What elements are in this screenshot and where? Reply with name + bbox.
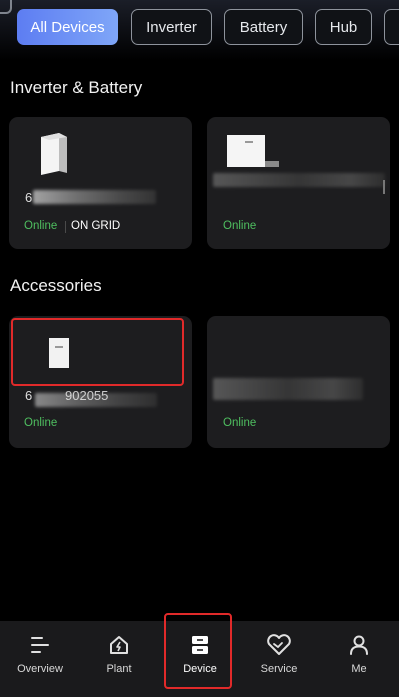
- status-online: Online: [223, 220, 257, 232]
- device-card-accessory[interactable]: Online: [207, 316, 390, 448]
- device-serial-prefix: 6: [25, 190, 33, 205]
- plant-icon: [110, 636, 128, 654]
- overview-icon: [31, 637, 49, 653]
- tab-label: Plant: [106, 663, 132, 675]
- me-icon: [350, 635, 368, 655]
- battery-image: [227, 135, 279, 167]
- tab-label: Service: [260, 663, 298, 675]
- status-online: Online: [24, 417, 58, 429]
- device-serial-redacted: [213, 378, 363, 400]
- tab-label: Overview: [17, 663, 63, 675]
- device-filter-bar: All Devices Inverter Battery Hub: [0, 9, 399, 47]
- status-online: Online: [24, 220, 58, 232]
- highlight-annotation: [11, 318, 184, 386]
- serial-edge-mark: [383, 180, 385, 194]
- tab-overview[interactable]: Overview: [0, 621, 80, 697]
- device-serial-redacted: [213, 173, 385, 187]
- filter-battery[interactable]: Battery: [224, 9, 303, 45]
- tab-plant[interactable]: Plant: [79, 621, 159, 697]
- status-divider: [65, 221, 66, 233]
- filter-more-partial[interactable]: [384, 9, 399, 45]
- service-icon: [267, 634, 291, 655]
- tab-me[interactable]: Me: [319, 621, 399, 697]
- device-card-inverter[interactable]: 6 Online ON GRID: [9, 117, 192, 249]
- filter-all-devices[interactable]: All Devices: [17, 9, 118, 45]
- section-title-accessories: Accessories: [10, 276, 102, 295]
- device-card-battery[interactable]: Online: [207, 117, 390, 249]
- filter-hub[interactable]: Hub: [315, 9, 372, 45]
- inverter-image: [41, 133, 67, 175]
- section-title-inverter-battery: Inverter & Battery: [10, 78, 143, 97]
- tab-service[interactable]: Service: [239, 621, 319, 697]
- status-online: Online: [223, 417, 257, 429]
- filter-inverter[interactable]: Inverter: [131, 9, 212, 45]
- device-serial-redacted: [33, 190, 156, 204]
- device-serial-partial: 902055: [65, 388, 109, 403]
- highlight-annotation: [164, 613, 232, 689]
- tab-label: Me: [351, 663, 367, 675]
- grid-mode: ON GRID: [71, 220, 121, 232]
- device-serial-prefix: 6: [25, 388, 33, 403]
